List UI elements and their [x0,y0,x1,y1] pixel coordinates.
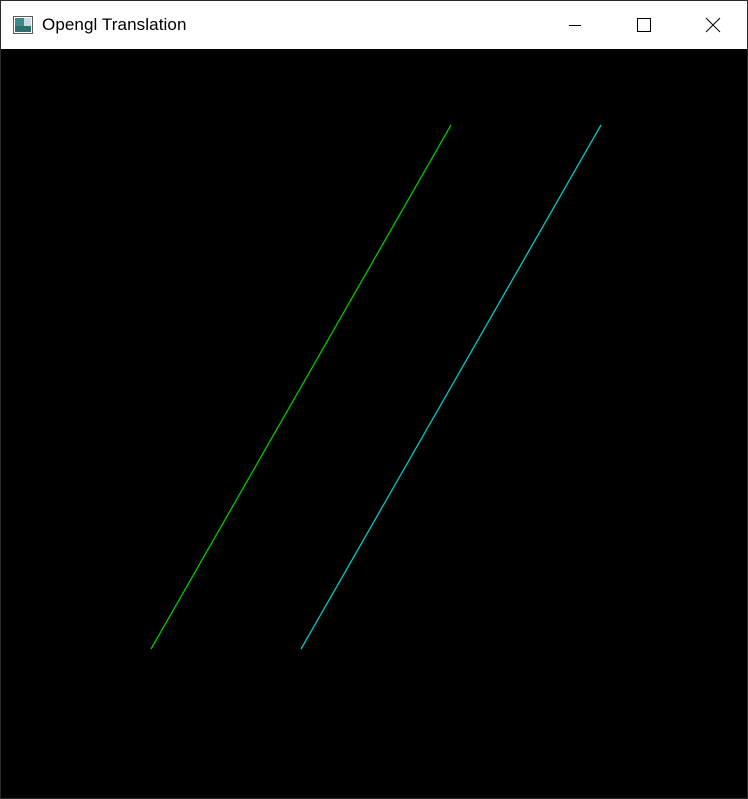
close-icon [705,17,720,33]
application-window: Opengl Translation [0,0,748,799]
window-title: Opengl Translation [42,15,187,34]
window-controls [540,1,747,49]
opengl-canvas[interactable] [1,49,747,798]
title-bar[interactable]: Opengl Translation [1,1,747,49]
minimize-icon [568,25,581,26]
minimize-button[interactable] [540,1,609,49]
app-window-icon [13,16,33,34]
maximize-button[interactable] [609,1,678,49]
translated-line [300,124,602,650]
close-button[interactable] [678,1,747,49]
maximize-icon [636,18,651,32]
original-line [150,124,452,650]
